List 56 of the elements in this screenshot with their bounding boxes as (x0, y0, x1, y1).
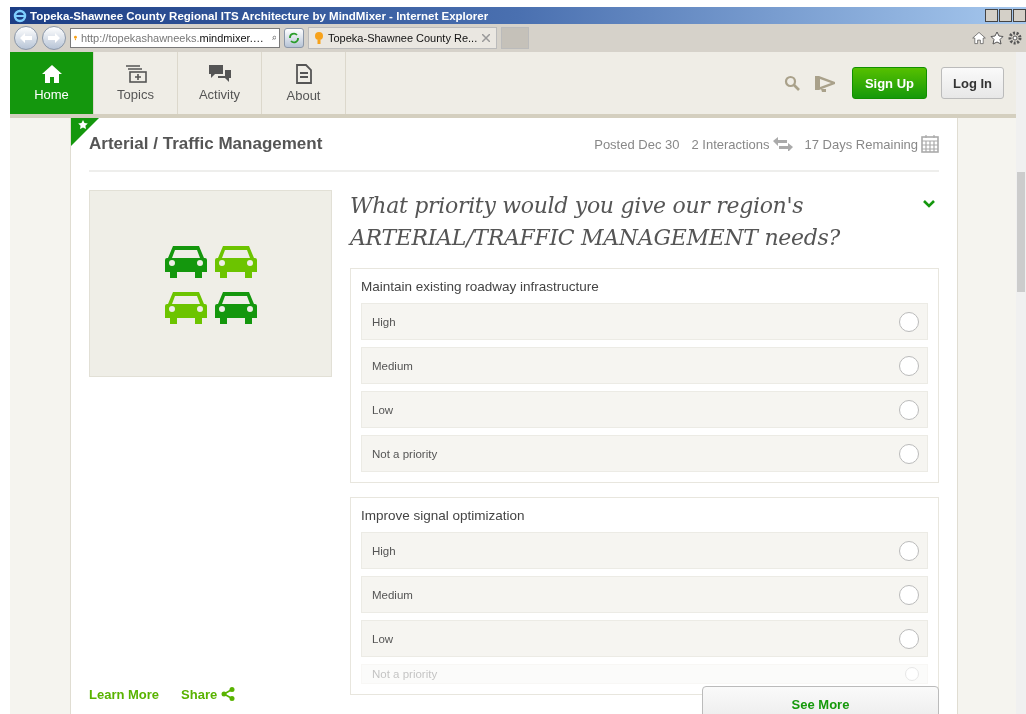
scrollbar-thumb[interactable] (1017, 172, 1025, 292)
new-tab-button[interactable] (501, 27, 530, 49)
chat-bubbles-icon (208, 64, 231, 83)
poll-option[interactable]: Low (361, 391, 928, 428)
refresh-button[interactable] (284, 28, 304, 48)
share-icon (221, 687, 236, 701)
radio-button[interactable] (899, 399, 919, 420)
poll-option[interactable]: Not a priority (361, 435, 928, 472)
nav-tab[interactable]: Topics (94, 52, 178, 114)
radio-button[interactable] (899, 540, 919, 561)
back-arrow-icon (20, 33, 32, 43)
topic-title: Arterial / Traffic Management (89, 134, 324, 154)
back-button[interactable] (14, 26, 38, 50)
poll-option[interactable]: Medium (361, 347, 928, 384)
maximize-button[interactable] (999, 9, 1012, 22)
refresh-icon (288, 32, 300, 44)
nav-tab[interactable]: Activity (178, 52, 262, 114)
interactions-count: 2 Interactions (691, 136, 770, 152)
browser-logo-icon (13, 8, 27, 23)
posted-date: Posted Dec 30 (594, 136, 680, 152)
star-icon[interactable] (990, 31, 1004, 45)
address-field[interactable]: http://topekashawneeks.mindmixer.… (70, 28, 280, 48)
log-in-button[interactable]: Log In (941, 67, 1004, 99)
lightbulb-icon (315, 31, 323, 45)
close-icon[interactable] (482, 34, 491, 42)
poll-option[interactable]: High (361, 303, 928, 340)
days-remaining: 17 Days Remaining (804, 136, 918, 152)
megaphone-icon[interactable] (813, 73, 838, 93)
search-icon[interactable] (783, 75, 800, 91)
chevron-down-icon[interactable] (923, 200, 935, 209)
swap-arrows-icon (772, 137, 793, 151)
radio-button[interactable] (899, 311, 919, 332)
question-text: What priority would you give our region's ARTERIAL/TRAFFIC MANAGEMENT needs? (350, 192, 841, 252)
nav-tab[interactable]: Home (10, 52, 94, 114)
poll-option[interactable]: High (361, 532, 928, 569)
window-title: Topeka-Shawnee County Regional ITS Architecture by MindMixer - Internet Explorer (30, 9, 490, 22)
radio-button[interactable] (899, 628, 919, 649)
poll-option[interactable]: Low (361, 620, 928, 657)
radio-button[interactable] (899, 355, 919, 376)
forward-button[interactable] (42, 26, 66, 50)
poll-label: Maintain existing roadway infrastructure (361, 279, 600, 294)
poll-option[interactable]: Medium (361, 576, 928, 613)
settings-icon[interactable] (1008, 31, 1022, 45)
home-icon (41, 64, 62, 83)
document-icon (295, 63, 312, 84)
poll-label: Improve signal optimization (361, 508, 526, 523)
radio-button[interactable] (899, 584, 919, 605)
close-button[interactable] (1013, 9, 1026, 22)
browser-tab[interactable]: Topeka-Shawnee County Re... (308, 27, 498, 49)
forward-arrow-icon (48, 33, 60, 43)
home-icon[interactable] (972, 31, 986, 45)
nav-tab[interactable]: About (262, 52, 346, 114)
calendar-icon (921, 135, 939, 153)
radio-button[interactable] (899, 443, 919, 464)
minimize-button[interactable] (985, 9, 998, 22)
stacked-cards-icon (124, 64, 147, 83)
